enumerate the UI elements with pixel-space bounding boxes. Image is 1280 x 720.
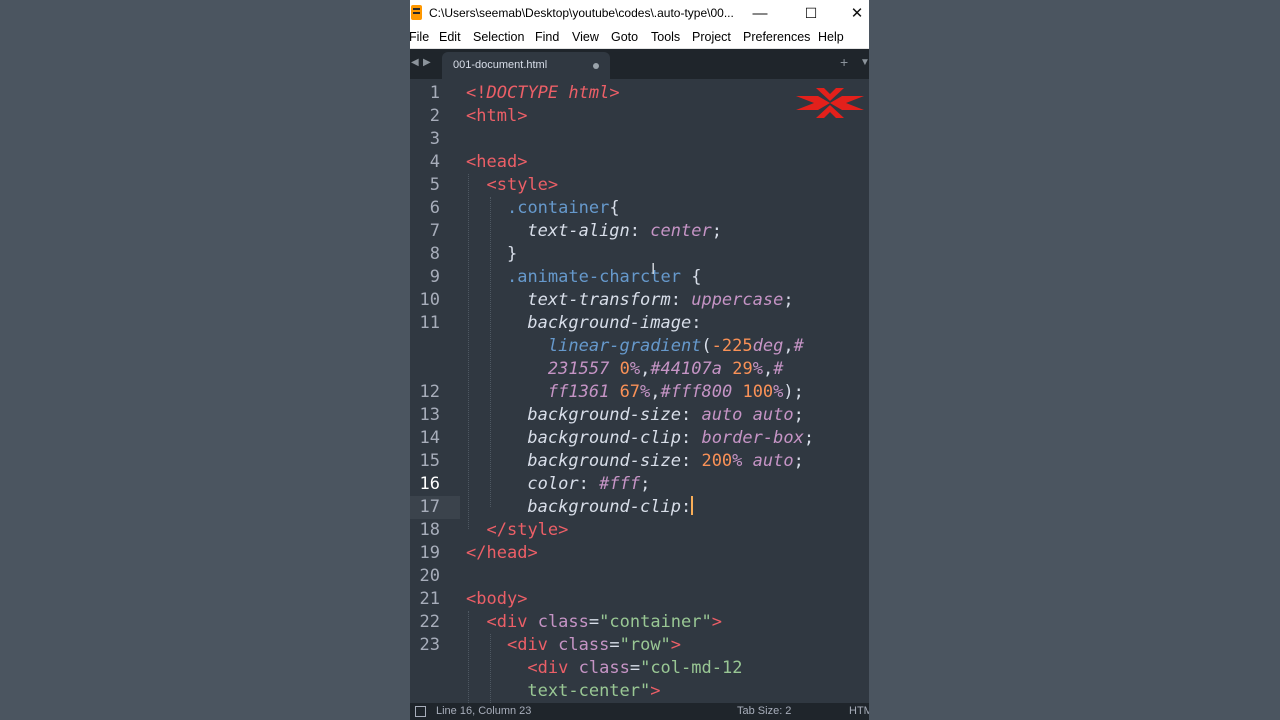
line-number: 21 bbox=[419, 589, 440, 609]
line-number: 14 bbox=[419, 428, 440, 448]
line-number: 15 bbox=[419, 451, 440, 471]
code-line-7: text-align: center; bbox=[527, 221, 722, 241]
new-tab-icon[interactable]: + bbox=[840, 54, 848, 70]
code-line-15: color: #fff; bbox=[527, 474, 651, 494]
code-line-10: text-transform: uppercase; bbox=[527, 290, 794, 310]
menu-preferences[interactable]: Preferences bbox=[743, 30, 810, 44]
line-number: 7 bbox=[429, 221, 440, 241]
code-line-6: .container{ bbox=[506, 198, 620, 218]
menu-help[interactable]: Help bbox=[818, 30, 844, 44]
code-line-8: } bbox=[506, 244, 518, 264]
line-number: 11 bbox=[419, 313, 440, 333]
mouse-ibeam-cursor-icon: I bbox=[651, 260, 656, 278]
line-number: 13 bbox=[419, 405, 440, 425]
menu-file[interactable]: File bbox=[410, 30, 429, 44]
code-editor[interactable]: 1 2 3 4 5 6 7 8 9 10 11 12 13 14 15 16 17 18 19 20 21 22 23 <!… bbox=[410, 79, 869, 703]
menu-project[interactable]: Project bbox=[692, 30, 731, 44]
status-tab-size[interactable]: Tab Size: 2 bbox=[737, 705, 791, 717]
line-number: 1 bbox=[429, 83, 440, 103]
code-line-4: <head> bbox=[466, 152, 528, 172]
code-line-14: background-size: 200% auto; bbox=[527, 451, 804, 471]
sublime-text-icon bbox=[411, 5, 422, 20]
code-line-11-wrap-2: 231557 0%,#44107a 29%,# bbox=[547, 359, 784, 379]
tab-scroll-left-icon[interactable]: ◀ bbox=[411, 57, 419, 68]
code-line-11-wrap-3: ff1361 67%,#fff800 100%); bbox=[547, 382, 804, 402]
menu-bar: File Edit Selection Find View Goto Tools… bbox=[410, 26, 869, 49]
title-bar: C:\Users\seemab\Desktop\youtube\codes\.a… bbox=[410, 0, 869, 26]
code-line-2: <html> bbox=[466, 106, 528, 126]
line-number: 23 bbox=[419, 635, 440, 655]
code-line-1: <!DOCTYPE html> bbox=[466, 83, 620, 103]
line-number: 17 bbox=[419, 497, 440, 517]
code-line-21: <div class="container"> bbox=[486, 612, 722, 632]
line-number: 2 bbox=[429, 106, 440, 126]
unsaved-dot-icon[interactable] bbox=[593, 63, 599, 69]
line-number: 12 bbox=[419, 382, 440, 402]
close-button[interactable]: ✕ bbox=[834, 0, 869, 26]
status-syntax[interactable]: HTML bbox=[849, 705, 869, 717]
status-bar: Line 16, Column 23 Tab Size: 2 HTML bbox=[410, 703, 869, 720]
menu-tools[interactable]: Tools bbox=[651, 30, 680, 44]
line-number: 6 bbox=[429, 198, 440, 218]
line-number: 16 bbox=[419, 474, 440, 494]
code-line-16: background-clip: bbox=[527, 496, 694, 517]
minimize-button[interactable]: — bbox=[737, 0, 783, 26]
code-line-9: .animate-charcter { bbox=[506, 267, 702, 287]
tab-scroll-right-icon[interactable]: ▶ bbox=[423, 57, 431, 68]
line-number: 5 bbox=[429, 175, 440, 195]
tab-overflow-icon[interactable]: ▼ bbox=[860, 57, 869, 68]
code-line-23: <div class="col-md-12 bbox=[527, 658, 743, 678]
red-x-logo-icon bbox=[796, 88, 864, 118]
code-line-12: background-size: auto auto; bbox=[527, 405, 804, 425]
code-line-11: background-image: bbox=[527, 313, 702, 333]
code-line-11-wrap-1: linear-gradient(-225deg,# bbox=[547, 336, 804, 356]
tab-001-document[interactable]: 001-document.html bbox=[442, 52, 610, 79]
panel-toggle-icon[interactable] bbox=[415, 706, 426, 717]
tab-bar: ◀ ▶ 001-document.html + ▼ bbox=[410, 49, 869, 79]
line-number: 22 bbox=[419, 612, 440, 632]
code-line-5: <style> bbox=[486, 175, 559, 195]
tab-label: 001-document.html bbox=[453, 59, 548, 71]
menu-edit[interactable]: Edit bbox=[439, 30, 461, 44]
menu-find[interactable]: Find bbox=[535, 30, 559, 44]
editor-window: C:\Users\seemab\Desktop\youtube\codes\.a… bbox=[410, 0, 869, 720]
line-number: 20 bbox=[419, 566, 440, 586]
line-number: 8 bbox=[429, 244, 440, 264]
window-title: C:\Users\seemab\Desktop\youtube\codes\.a… bbox=[429, 6, 734, 20]
menu-goto[interactable]: Goto bbox=[611, 30, 638, 44]
code-line-23-wrap: text-center"> bbox=[527, 681, 661, 701]
line-number: 18 bbox=[419, 520, 440, 540]
line-number: 9 bbox=[429, 267, 440, 287]
code-line-22: <div class="row"> bbox=[506, 635, 682, 655]
line-number: 10 bbox=[419, 290, 440, 310]
line-number: 3 bbox=[429, 129, 440, 149]
code-line-13: background-clip: border-box; bbox=[527, 428, 815, 448]
status-cursor-position[interactable]: Line 16, Column 23 bbox=[436, 705, 531, 717]
line-number: 4 bbox=[429, 152, 440, 172]
menu-selection[interactable]: Selection bbox=[473, 30, 524, 44]
code-line-17: </style> bbox=[486, 520, 569, 540]
code-line-18: </head> bbox=[466, 543, 538, 563]
menu-view[interactable]: View bbox=[572, 30, 599, 44]
text-caret bbox=[691, 496, 694, 515]
line-number: 19 bbox=[419, 543, 440, 563]
maximize-button[interactable]: ☐ bbox=[788, 0, 834, 26]
code-line-20: <body> bbox=[466, 589, 528, 609]
